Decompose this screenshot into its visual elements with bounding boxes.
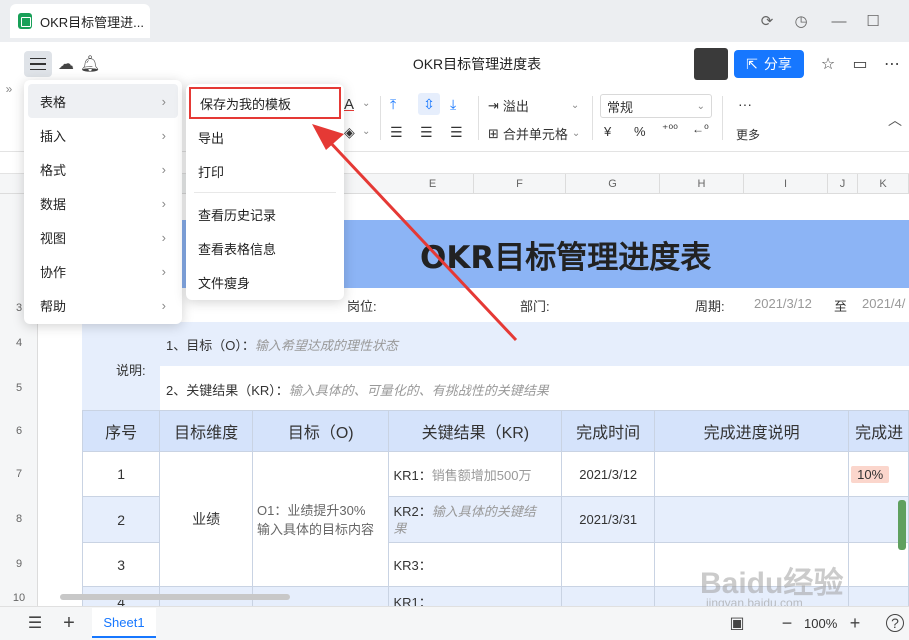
horizontal-scrollbar[interactable] [60,594,290,600]
zoom-in-icon[interactable]: + [844,612,866,634]
add-sheet-icon[interactable]: + [58,612,80,634]
arrow-head [312,124,344,150]
sheet-tab[interactable]: Sheet1 [92,608,156,638]
zoom-out-icon[interactable]: − [776,612,798,634]
arrow-shaft [326,138,518,342]
help-icon[interactable]: ? [886,614,904,632]
annotation-arrow [312,124,518,342]
view-mode-icon[interactable]: ▣ [726,612,748,634]
zoom-level[interactable]: 100% [804,616,837,631]
sheet-list-icon[interactable]: ☰ [24,612,46,634]
